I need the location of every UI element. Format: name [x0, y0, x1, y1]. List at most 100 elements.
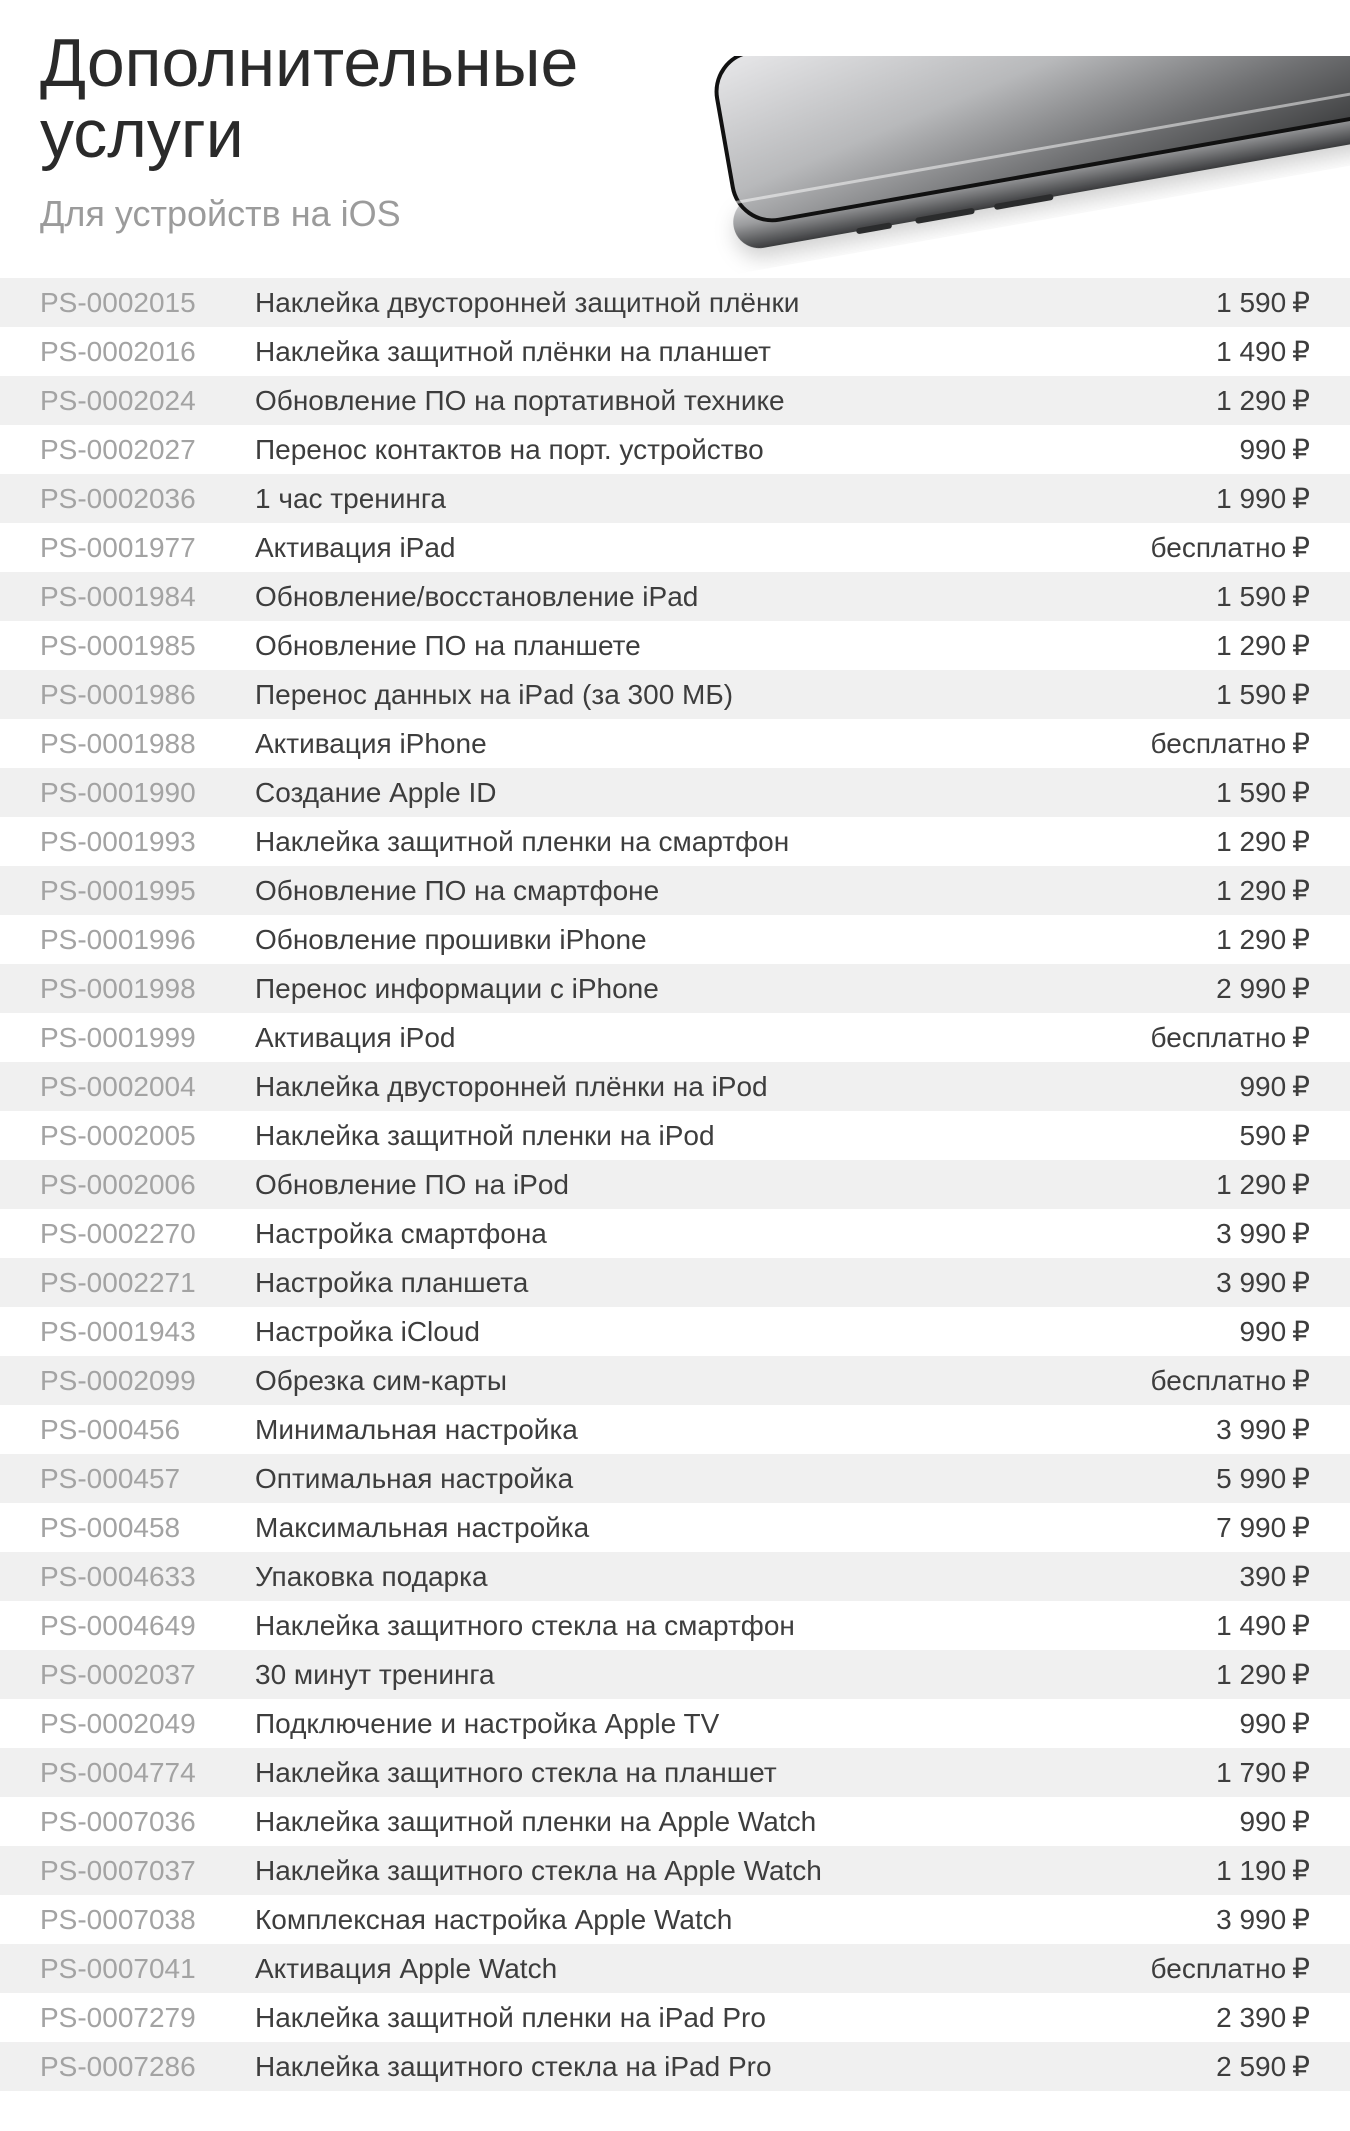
- service-name: Создание Apple ID: [255, 777, 1216, 809]
- service-sku: PS-0004633: [40, 1561, 255, 1593]
- service-sku: PS-0007279: [40, 2002, 255, 2034]
- service-sku: PS-0007037: [40, 1855, 255, 1887]
- service-price: 3 990₽: [1216, 1266, 1310, 1299]
- service-price: 1 290₽: [1216, 874, 1310, 907]
- price-value: 1 590: [1216, 287, 1286, 318]
- service-price: 1 590₽: [1216, 580, 1310, 613]
- price-value: 1 990: [1216, 483, 1286, 514]
- service-name: 30 минут тренинга: [255, 1659, 1216, 1691]
- table-row: PS-0002004Наклейка двусторонней плёнки н…: [0, 1062, 1350, 1111]
- service-sku: PS-0001984: [40, 581, 255, 613]
- service-price: 2 590₽: [1216, 2050, 1310, 2083]
- ruble-icon: ₽: [1292, 776, 1310, 809]
- ruble-icon: ₽: [1292, 972, 1310, 1005]
- service-name: Наклейка двусторонней защитной плёнки: [255, 287, 1216, 319]
- service-price: 990₽: [1239, 433, 1310, 466]
- ruble-icon: ₽: [1292, 1021, 1310, 1054]
- service-sku: PS-0001986: [40, 679, 255, 711]
- services-table: PS-0002015Наклейка двусторонней защитной…: [0, 278, 1350, 2091]
- ruble-icon: ₽: [1292, 1952, 1310, 1985]
- service-sku: PS-0007036: [40, 1806, 255, 1838]
- service-price: 1 790₽: [1216, 1756, 1310, 1789]
- price-value: 1 590: [1216, 679, 1286, 710]
- ruble-icon: ₽: [1292, 335, 1310, 368]
- service-name: Обновление ПО на смартфоне: [255, 875, 1216, 907]
- ruble-icon: ₽: [1292, 727, 1310, 760]
- table-row: PS-0002099Обрезка сим-картыбесплатно₽: [0, 1356, 1350, 1405]
- price-value: бесплатно: [1151, 1953, 1287, 1984]
- service-sku: PS-0001988: [40, 728, 255, 760]
- service-price: 3 990₽: [1216, 1217, 1310, 1250]
- table-row: PS-0001986Перенос данных на iPad (за 300…: [0, 670, 1350, 719]
- service-name: Подключение и настройка Apple TV: [255, 1708, 1239, 1740]
- price-value: бесплатно: [1151, 1022, 1287, 1053]
- service-sku: PS-0002270: [40, 1218, 255, 1250]
- service-name: Перенос данных на iPad (за 300 МБ): [255, 679, 1216, 711]
- ruble-icon: ₽: [1292, 531, 1310, 564]
- price-value: 990: [1239, 1708, 1286, 1739]
- service-name: Наклейка двусторонней плёнки на iPod: [255, 1071, 1239, 1103]
- price-value: 2 990: [1216, 973, 1286, 1004]
- ruble-icon: ₽: [1292, 1511, 1310, 1544]
- ruble-icon: ₽: [1292, 1658, 1310, 1691]
- table-row: PS-0001996Обновление прошивки iPhone1 29…: [0, 915, 1350, 964]
- ruble-icon: ₽: [1292, 825, 1310, 858]
- service-name: Активация Apple Watch: [255, 1953, 1151, 1985]
- table-row: PS-0007036Наклейка защитной пленки на Ap…: [0, 1797, 1350, 1846]
- service-name: Активация iPhone: [255, 728, 1151, 760]
- service-price: 2 990₽: [1216, 972, 1310, 1005]
- service-sku: PS-0002099: [40, 1365, 255, 1397]
- table-row: PS-0002005Наклейка защитной пленки на iP…: [0, 1111, 1350, 1160]
- ruble-icon: ₽: [1292, 2001, 1310, 2034]
- service-price: 1 290₽: [1216, 629, 1310, 662]
- table-row: PS-0001995Обновление ПО на смартфоне1 29…: [0, 866, 1350, 915]
- service-price: 990₽: [1239, 1070, 1310, 1103]
- ruble-icon: ₽: [1292, 1168, 1310, 1201]
- ruble-icon: ₽: [1292, 1364, 1310, 1397]
- service-price: 990₽: [1239, 1805, 1310, 1838]
- service-name: Наклейка защитной пленки на iPad Pro: [255, 2002, 1216, 2034]
- ruble-icon: ₽: [1292, 1707, 1310, 1740]
- service-price: 1 290₽: [1216, 1168, 1310, 1201]
- ruble-icon: ₽: [1292, 1560, 1310, 1593]
- price-value: 1 490: [1216, 1610, 1286, 1641]
- page-title: Дополнительные услуги: [40, 28, 740, 171]
- table-row: PS-000203730 минут тренинга1 290₽: [0, 1650, 1350, 1699]
- table-row: PS-0001984Обновление/восстановление iPad…: [0, 572, 1350, 621]
- service-name: Комплексная настройка Apple Watch: [255, 1904, 1216, 1936]
- service-sku: PS-0001995: [40, 875, 255, 907]
- service-sku: PS-0002015: [40, 287, 255, 319]
- table-row: PS-000458Максимальная настройка7 990₽: [0, 1503, 1350, 1552]
- service-name: Обновление ПО на портативной технике: [255, 385, 1216, 417]
- price-value: 1 290: [1216, 875, 1286, 906]
- service-sku: PS-0001977: [40, 532, 255, 564]
- price-value: бесплатно: [1151, 728, 1287, 759]
- table-row: PS-0002024Обновление ПО на портативной т…: [0, 376, 1350, 425]
- table-row: PS-0001998Перенос информации с iPhone2 9…: [0, 964, 1350, 1013]
- service-sku: PS-0002036: [40, 483, 255, 515]
- service-price: бесплатно₽: [1151, 1364, 1310, 1397]
- service-name: Упаковка подарка: [255, 1561, 1239, 1593]
- price-value: 990: [1239, 1806, 1286, 1837]
- table-row: PS-0002271Настройка планшета3 990₽: [0, 1258, 1350, 1307]
- ruble-icon: ₽: [1292, 874, 1310, 907]
- service-sku: PS-0001985: [40, 630, 255, 662]
- service-sku: PS-0001943: [40, 1316, 255, 1348]
- service-name: Наклейка защитного стекла на планшет: [255, 1757, 1216, 1789]
- service-name: Обновление ПО на планшете: [255, 630, 1216, 662]
- table-row: PS-0004774Наклейка защитного стекла на п…: [0, 1748, 1350, 1797]
- service-name: Перенос информации с iPhone: [255, 973, 1216, 1005]
- service-price: 1 490₽: [1216, 1609, 1310, 1642]
- phone-illustration: [690, 56, 1350, 276]
- price-value: 1 790: [1216, 1757, 1286, 1788]
- table-row: PS-0001985Обновление ПО на планшете1 290…: [0, 621, 1350, 670]
- table-row: PS-0007041Активация Apple Watchбесплатно…: [0, 1944, 1350, 1993]
- page-subtitle: Для устройств на iOS: [40, 193, 1310, 235]
- service-name: Обновление прошивки iPhone: [255, 924, 1216, 956]
- service-sku: PS-0002049: [40, 1708, 255, 1740]
- service-price: 3 990₽: [1216, 1903, 1310, 1936]
- service-sku: PS-0002271: [40, 1267, 255, 1299]
- table-row: PS-0002016Наклейка защитной плёнки на пл…: [0, 327, 1350, 376]
- table-row: PS-00020361 час тренинга1 990₽: [0, 474, 1350, 523]
- ruble-icon: ₽: [1292, 580, 1310, 613]
